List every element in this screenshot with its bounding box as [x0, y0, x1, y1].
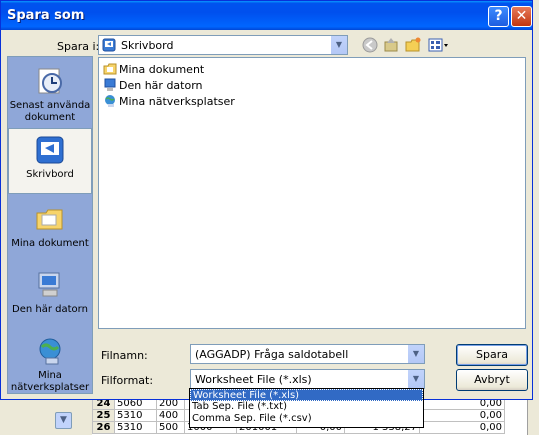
up-folder-icon[interactable]: [382, 36, 400, 54]
table-cell[interactable]: 0,00: [419, 421, 505, 434]
recent-documents-icon: [38, 68, 62, 94]
filetype-dropdown-list[interactable]: Worksheet File (*.xls) Tab Sep. File (*.…: [189, 388, 424, 428]
chevron-down-icon[interactable]: ▼: [330, 36, 347, 54]
folder-icon: [103, 63, 117, 75]
computer-icon: [104, 78, 116, 91]
chevron-down-icon[interactable]: ▼: [55, 412, 72, 429]
folder-icon: [36, 209, 63, 230]
help-button[interactable]: ?: [488, 6, 509, 27]
place-label: Den här datorn: [12, 304, 88, 315]
place-my-computer[interactable]: Den här datorn: [8, 269, 92, 316]
filetype-value: Worksheet File (*.xls): [195, 373, 312, 386]
cancel-button[interactable]: Avbryt: [456, 369, 528, 391]
save-in-label: Spara i:: [57, 40, 100, 53]
chevron-down-icon[interactable]: ▼: [407, 370, 424, 388]
file-list[interactable]: Mina dokument Den här datorn Mina nätver…: [98, 57, 526, 329]
dropdown-option[interactable]: Tab Sep. File (*.txt): [190, 401, 423, 413]
row-header: 25: [92, 409, 115, 422]
file-name: Den här datorn: [119, 78, 203, 92]
save-in-value: Skrivbord: [121, 39, 174, 52]
dialog-title: Spara som: [7, 8, 85, 23]
filename-input[interactable]: (AGGADP) Fråga saldotabell ▼: [190, 344, 425, 364]
place-my-network[interactable]: Mina nätverksplatser: [8, 335, 92, 394]
computer-icon: [38, 272, 60, 297]
list-item[interactable]: Mina nätverksplatser: [103, 93, 235, 109]
title-bar[interactable]: Spara som ? ✕: [1, 1, 532, 30]
table-cell[interactable]: 0,00: [419, 409, 505, 422]
desktop-icon: [36, 136, 64, 164]
file-name: Mina nätverksplatser: [119, 94, 235, 108]
spreadsheet-left-area: [0, 400, 92, 435]
place-label: Mina nätverksplatser: [10, 370, 90, 393]
filename-value: (AGGADP) Fråga saldotabell: [195, 348, 349, 361]
close-button[interactable]: ✕: [511, 6, 532, 27]
network-icon: [105, 95, 115, 107]
chevron-down-icon[interactable]: ▼: [407, 345, 424, 363]
back-icon[interactable]: [361, 36, 379, 54]
save-button[interactable]: Spara: [456, 344, 528, 366]
table-cell[interactable]: 400: [156, 409, 185, 422]
table-cell[interactable]: 5310: [114, 421, 157, 434]
place-desktop[interactable]: Skrivbord: [8, 128, 92, 194]
save-as-dialog: Spara som ? ✕ Spara i: Skrivbord ▼ Senas…: [0, 0, 533, 400]
place-label: Skrivbord: [26, 169, 74, 180]
places-bar: Senast använda dokument Skrivbord Mina d…: [7, 56, 93, 394]
place-label: Mina dokument: [11, 238, 89, 249]
row-header: 26: [92, 421, 115, 434]
filetype-label: Filformat:: [101, 374, 154, 387]
filetype-select[interactable]: Worksheet File (*.xls) ▼: [190, 369, 425, 389]
table-cell[interactable]: 500: [156, 421, 185, 434]
save-in-dropdown[interactable]: Skrivbord ▼: [98, 35, 348, 55]
place-label: Senast använda dokument: [9, 100, 91, 123]
table-cell[interactable]: 5310: [114, 409, 157, 422]
list-item[interactable]: Den här datorn: [103, 77, 203, 93]
filename-label: Filnamn:: [101, 349, 148, 362]
new-folder-icon[interactable]: [404, 36, 422, 54]
desktop-icon: [102, 38, 116, 52]
dropdown-option[interactable]: Worksheet File (*.xls): [190, 389, 423, 401]
place-recent-documents[interactable]: Senast använda dokument: [8, 65, 92, 124]
file-name: Mina dokument: [119, 62, 205, 76]
dropdown-option[interactable]: Comma Sep. File (*.csv): [190, 413, 423, 425]
view-menu-icon[interactable]: [427, 36, 451, 54]
place-my-documents[interactable]: Mina dokument: [8, 203, 92, 250]
list-item[interactable]: Mina dokument: [103, 61, 204, 77]
network-icon: [39, 338, 61, 365]
